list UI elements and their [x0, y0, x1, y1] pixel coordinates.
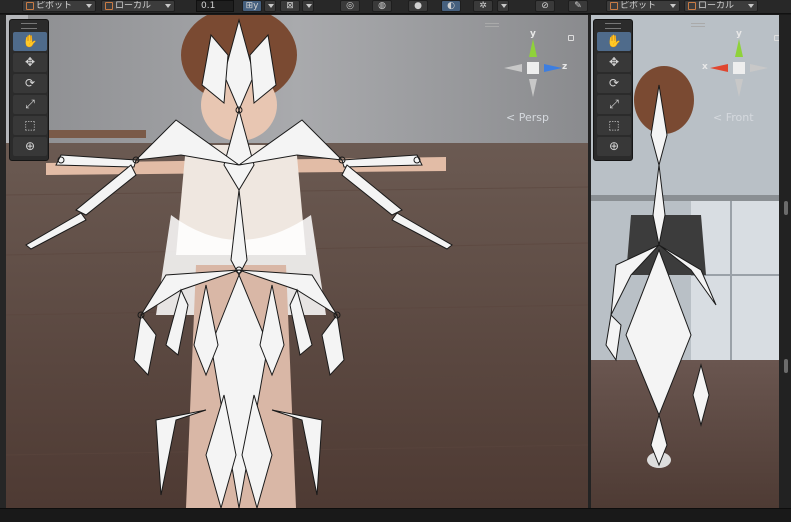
pane-menu-icon[interactable] — [485, 23, 499, 27]
gizmo-axes — [504, 39, 562, 97]
debug-bug-icon[interactable]: ✲ — [473, 0, 493, 12]
rect-icon: ⬚ — [24, 118, 36, 132]
hand-icon: ✋ — [606, 34, 622, 48]
transform-icon: ⊕ — [608, 139, 620, 153]
move-icon: ✥ — [608, 55, 620, 69]
pivot-dropdown-left[interactable]: ピボット — [22, 0, 96, 12]
shaded-wire-icon[interactable]: ◍ — [372, 0, 392, 12]
local-label: ローカル — [698, 1, 735, 11]
wireframe-shading-icon[interactable]: ◎ — [340, 0, 360, 12]
scrollbar-handle[interactable] — [784, 359, 788, 373]
y-axis-cone[interactable] — [529, 39, 537, 57]
rect-tool-button[interactable]: ⬚ — [13, 116, 47, 135]
snap-increment-field[interactable]: 0.1 — [196, 0, 234, 12]
rotate-tool-button[interactable]: ⟳ — [597, 74, 631, 93]
wooden-floor — [591, 360, 779, 508]
shaded-icon[interactable]: ● — [408, 0, 428, 12]
move-tool-button[interactable]: ✥ — [597, 53, 631, 72]
scene-tool-palette: ✋ ✥ ⟳ ⤢ ⬚ ⊕ — [9, 19, 49, 161]
orientation-gizmo[interactable]: y z — [500, 29, 574, 101]
tools-icon[interactable]: ✎ — [568, 0, 588, 12]
projection-label[interactable]: < Persp — [506, 111, 549, 124]
chevron-down-icon — [165, 4, 171, 8]
hand-tool-button[interactable]: ✋ — [13, 32, 47, 51]
increment-snap-dropdown[interactable] — [302, 0, 314, 12]
right-scroll-edge — [779, 15, 791, 508]
rotate-icon: ⟳ — [24, 76, 36, 90]
chevron-down-icon — [670, 4, 676, 8]
pivot-label: ピボット — [620, 1, 657, 11]
move-icon: ✥ — [24, 55, 36, 69]
visibility-icon[interactable]: ⊘ — [535, 0, 555, 12]
y-axis-cone[interactable] — [735, 39, 743, 57]
chevron-down-icon — [748, 4, 754, 8]
scale-tool-button[interactable]: ⤢ — [13, 95, 47, 114]
debug-dropdown[interactable] — [497, 0, 509, 12]
x-axis-cone[interactable] — [710, 64, 728, 72]
pane-menu-icon[interactable] — [691, 23, 705, 27]
projection-label[interactable]: < Front — [713, 111, 754, 124]
pivot-icon — [610, 2, 618, 10]
rect-tool-button[interactable]: ⬚ — [597, 116, 631, 135]
move-tool-button[interactable]: ✥ — [13, 53, 47, 72]
palette-grip[interactable] — [21, 23, 37, 29]
gizmo-center-cube[interactable] — [733, 62, 745, 74]
pivot-dropdown-right[interactable]: ピボット — [606, 0, 680, 12]
neg-x-axis-cone[interactable] — [750, 64, 768, 72]
neg-y-axis-cone[interactable] — [529, 79, 537, 97]
scale-icon: ⤢ — [25, 97, 35, 111]
lock-icon[interactable] — [568, 35, 574, 41]
z-axis-cone[interactable] — [544, 64, 562, 72]
scene-view-perspective[interactable]: ✋ ✥ ⟳ ⤢ ⬚ ⊕ y z < Persp — [6, 15, 588, 508]
x-axis-label: x — [702, 62, 708, 72]
increment-snap-button[interactable]: ⊠ — [280, 0, 300, 12]
z-axis-label: z — [562, 62, 568, 72]
hand-icon: ✋ — [22, 34, 38, 48]
palette-grip[interactable] — [605, 23, 621, 29]
rendering-mode-icon[interactable]: ◐ — [441, 0, 461, 12]
scene-tool-palette: ✋ ✥ ⟳ ⤢ ⬚ ⊕ — [593, 19, 633, 161]
status-bar — [0, 508, 791, 522]
rect-icon: ⬚ — [608, 118, 620, 132]
transform-tool-button[interactable]: ⊕ — [13, 137, 47, 156]
rotate-icon: ⟳ — [608, 76, 620, 90]
y-axis-label: y — [530, 29, 536, 39]
orientation-gizmo[interactable]: y x — [702, 29, 779, 101]
local-dropdown-left[interactable]: ローカル — [101, 0, 175, 12]
local-icon — [105, 2, 113, 10]
y-axis-label: y — [736, 29, 742, 39]
scene-toolbar: ピボット ローカル 0.1 ⊞y ⊠ ◎ ◍ ● ◐ ✲ ⊘ ✎ ピボット ロー… — [0, 0, 791, 14]
scale-tool-button[interactable]: ⤢ — [597, 95, 631, 114]
pivot-icon — [26, 2, 34, 10]
local-dropdown-right[interactable]: ローカル — [684, 0, 758, 12]
scene-view-front[interactable]: ✋ ✥ ⟳ ⤢ ⬚ ⊕ y x < Front — [591, 15, 779, 508]
unity-editor: ピボット ローカル 0.1 ⊞y ⊠ ◎ ◍ ● ◐ ✲ ⊘ ✎ ピボット ロー… — [0, 0, 791, 522]
pivot-label: ピボット — [36, 1, 73, 11]
neg-z-axis-cone[interactable] — [504, 64, 522, 72]
rotate-tool-button[interactable]: ⟳ — [13, 74, 47, 93]
scale-icon: ⤢ — [609, 97, 619, 111]
window-top — [591, 195, 779, 201]
grid-snap-dropdown[interactable] — [264, 0, 276, 12]
neg-y-axis-cone[interactable] — [735, 79, 743, 97]
local-label: ローカル — [115, 1, 152, 11]
grid-snap-button[interactable]: ⊞y — [242, 0, 262, 12]
chevron-down-icon — [86, 4, 92, 8]
hand-tool-button[interactable]: ✋ — [597, 32, 631, 51]
gizmo-axes — [710, 39, 768, 97]
transform-icon: ⊕ — [24, 139, 36, 153]
gizmo-center-cube[interactable] — [527, 62, 539, 74]
local-icon — [688, 2, 696, 10]
transform-tool-button[interactable]: ⊕ — [597, 137, 631, 156]
scrollbar-handle[interactable] — [784, 201, 788, 215]
